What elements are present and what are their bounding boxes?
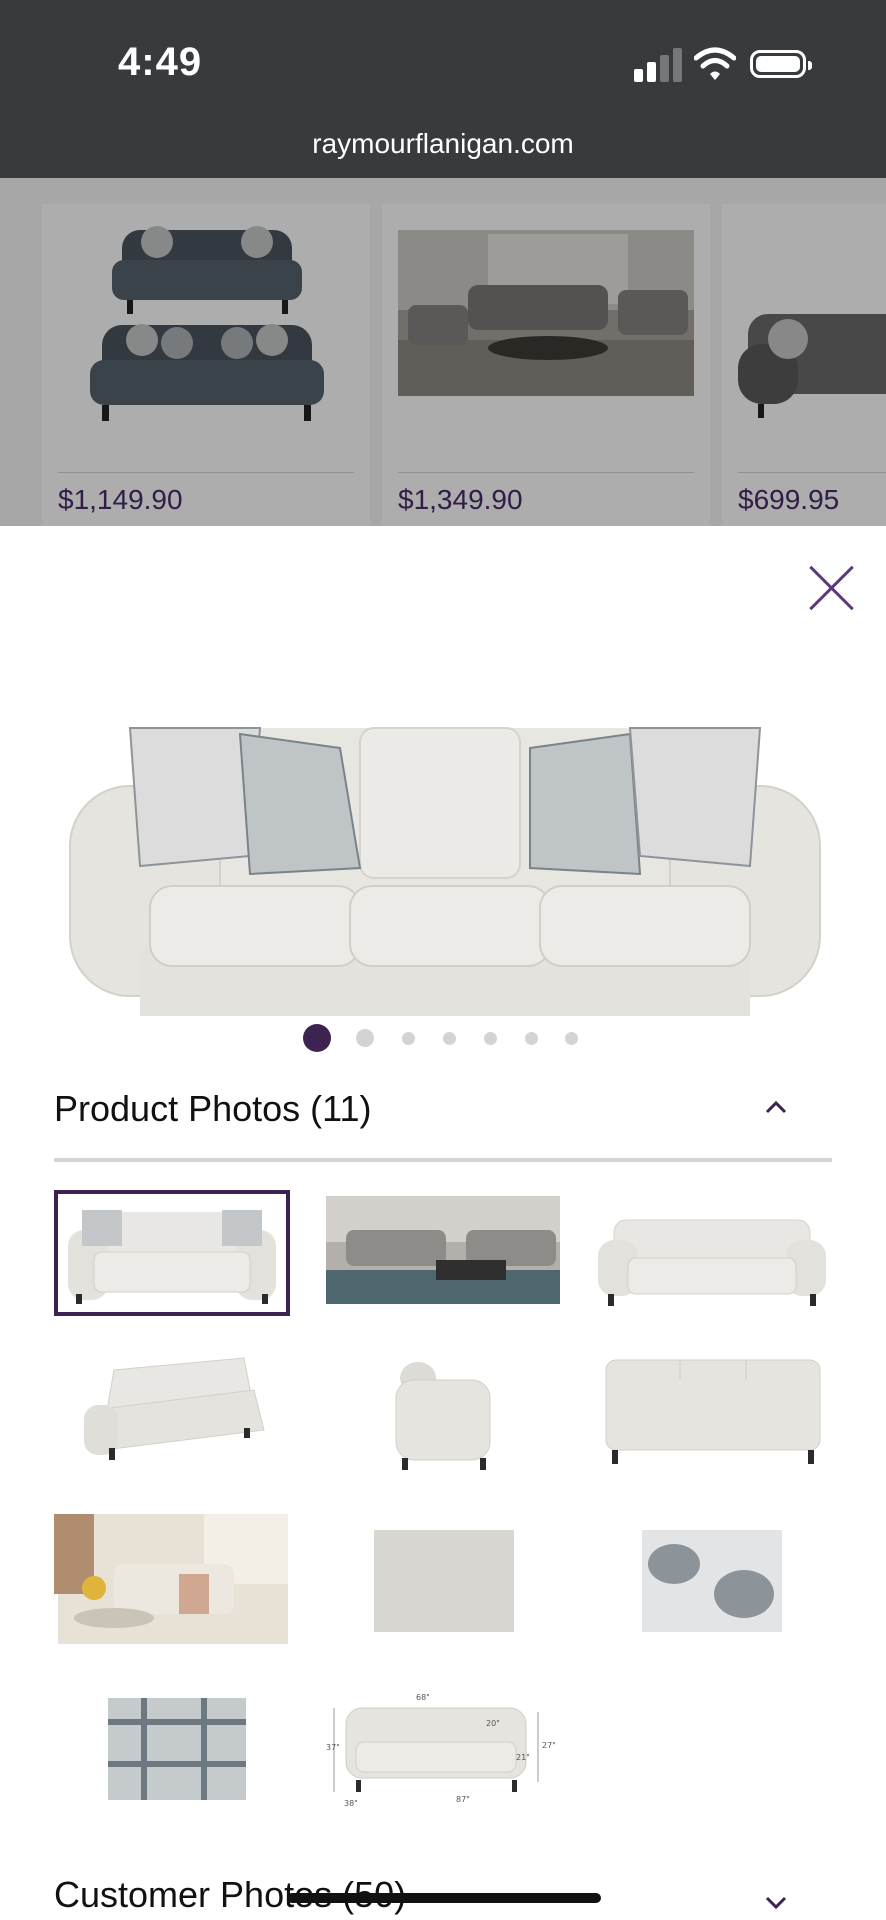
section-divider [54, 1158, 832, 1162]
carousel-dot[interactable] [565, 1032, 578, 1045]
main-product-image[interactable] [60, 616, 830, 1016]
product-photos-heading[interactable]: Product Photos (11) [54, 1088, 372, 1130]
carousel-dot-active[interactable] [303, 1024, 331, 1052]
dimension-length: 87" [456, 1795, 470, 1804]
carousel-dot[interactable] [443, 1032, 456, 1045]
carousel-dots [0, 1024, 886, 1064]
photo-thumbnail-10[interactable] [54, 1682, 290, 1808]
photo-thumbnail-2[interactable] [326, 1190, 562, 1316]
status-bar: 4:49 raymourflanigan.com [0, 0, 886, 178]
photo-thumbnail-9[interactable] [594, 1514, 830, 1640]
carousel-dot[interactable] [525, 1032, 538, 1045]
status-time: 4:49 [118, 40, 203, 84]
dimensions-thumbnail[interactable]: 68" 37" 20" 21" 27" 38" 87" [326, 1682, 562, 1816]
dimension-depth: 38" [344, 1799, 358, 1808]
carousel-dot[interactable] [484, 1032, 497, 1045]
dimension-depth-back: 21" [516, 1753, 530, 1762]
dimension-width: 68" [416, 1693, 430, 1702]
photo-thumbnail-4[interactable] [54, 1350, 290, 1476]
wifi-icon [694, 47, 736, 80]
photo-thumbnail-3[interactable] [594, 1190, 830, 1316]
carousel-dot[interactable] [402, 1032, 415, 1045]
carousel-dot[interactable] [356, 1029, 374, 1047]
photo-thumbnail-5[interactable] [326, 1350, 562, 1476]
dimension-seat: 20" [486, 1719, 500, 1728]
photo-thumbnail-6[interactable] [594, 1350, 830, 1476]
home-indicator[interactable] [287, 1893, 601, 1903]
url-bar[interactable]: raymourflanigan.com [0, 128, 886, 160]
modal-backdrop[interactable] [0, 178, 886, 526]
photo-thumbnail-8[interactable] [326, 1514, 562, 1640]
close-icon[interactable] [806, 562, 858, 614]
photo-thumbnail-7[interactable] [54, 1514, 290, 1644]
dimension-height-right: 27" [542, 1741, 556, 1750]
photo-gallery-modal: Product Photos (11) 68" 37" 20" 21" 27" … [0, 526, 886, 1920]
dimension-height-left: 37" [326, 1743, 340, 1752]
photo-thumbnail-1[interactable] [54, 1190, 290, 1316]
cellular-signal-icon [634, 48, 682, 82]
battery-icon [750, 50, 812, 78]
chevron-down-icon[interactable] [764, 1890, 788, 1914]
chevron-up-icon[interactable] [764, 1096, 788, 1120]
